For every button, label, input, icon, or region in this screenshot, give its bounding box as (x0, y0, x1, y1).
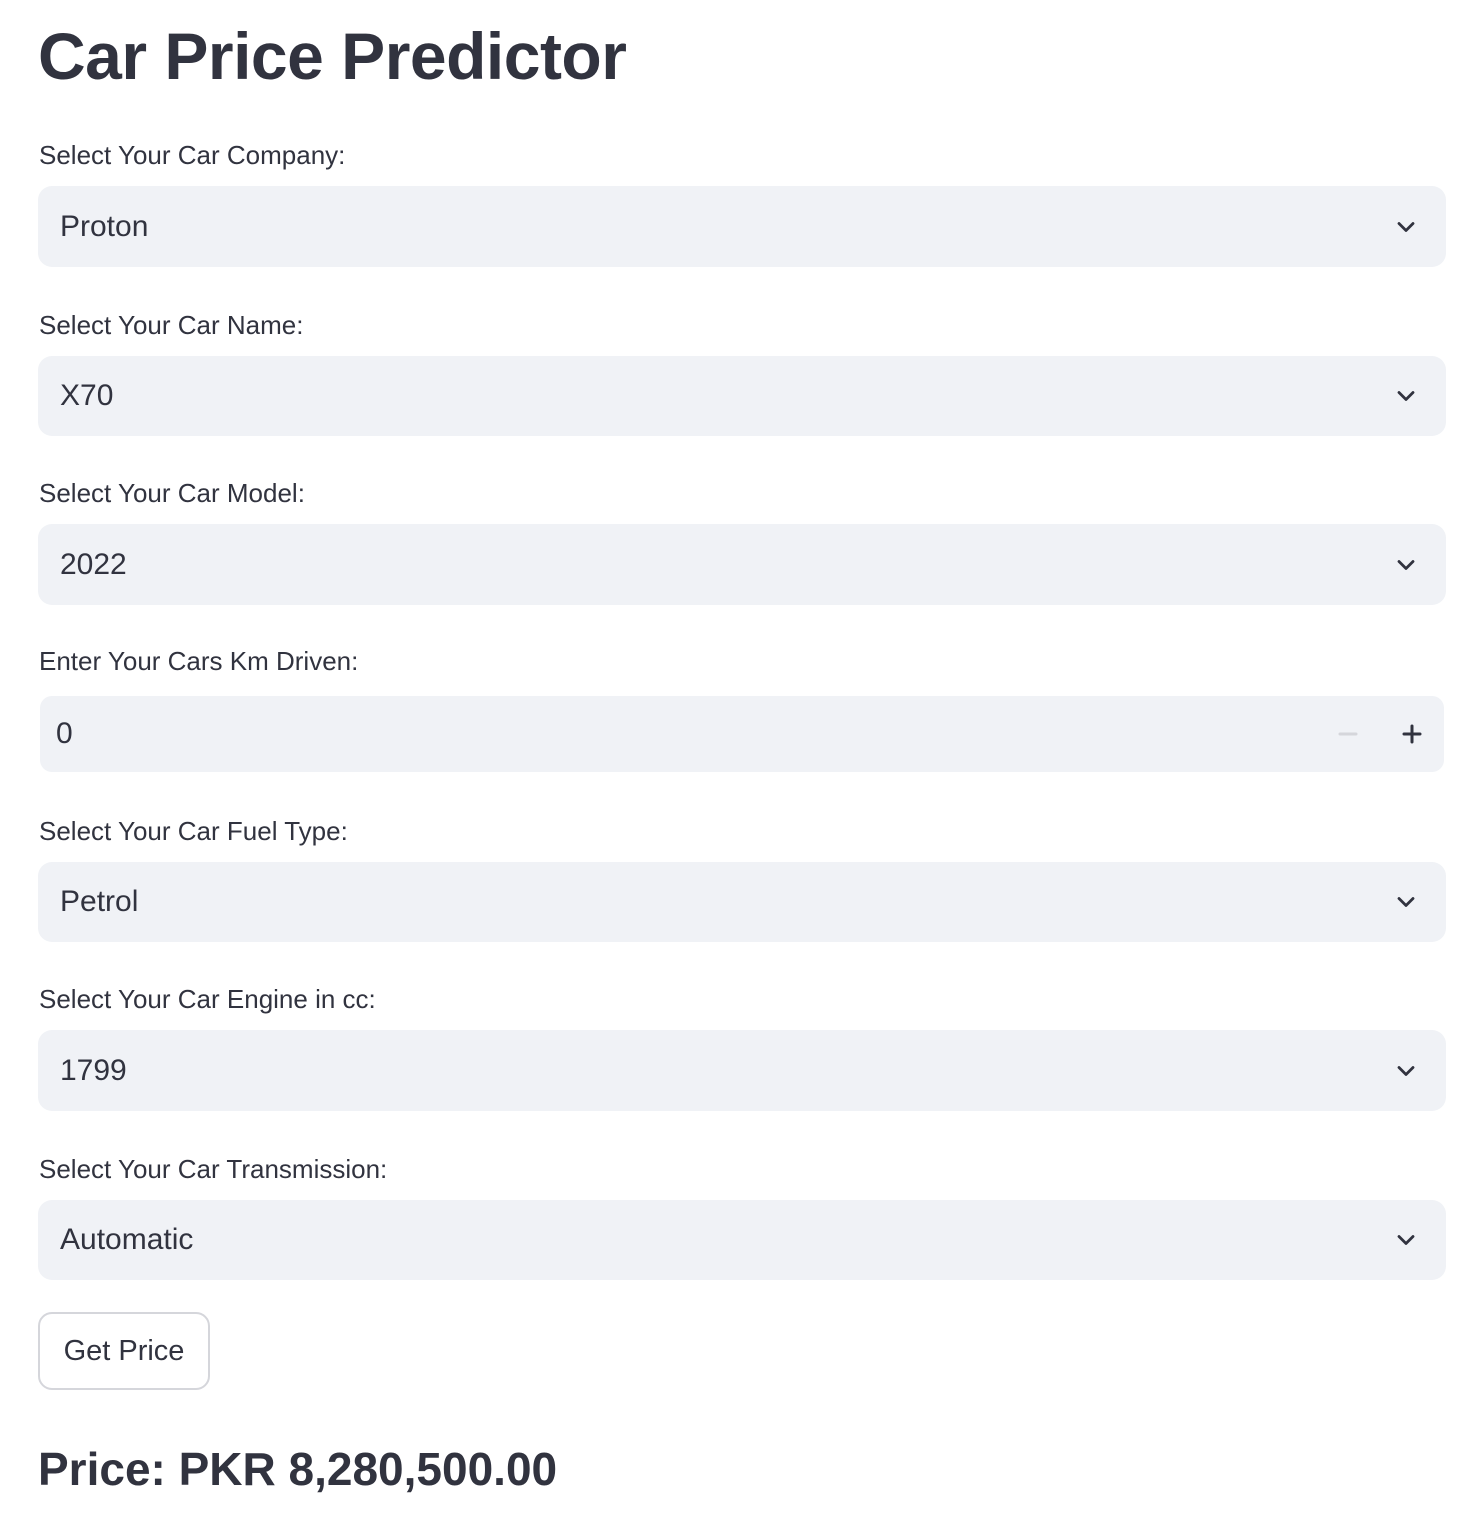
transmission-select[interactable]: Automatic (38, 1200, 1446, 1280)
name-label: Select Your Car Name: (39, 310, 304, 340)
km-number-input[interactable]: 0 (40, 696, 1444, 772)
fuel-select[interactable]: Petrol (38, 862, 1446, 942)
model-select[interactable]: 2022 (38, 524, 1446, 605)
chevron-down-icon (1397, 1065, 1415, 1076)
chevron-down-icon (1397, 897, 1415, 907)
company-select[interactable]: Proton (38, 186, 1446, 267)
decrement-button[interactable] (1316, 696, 1380, 772)
engine-select[interactable]: 1799 (38, 1030, 1446, 1111)
km-label: Enter Your Cars Km Driven: (39, 646, 359, 676)
increment-button[interactable] (1380, 696, 1444, 772)
price-result: Price: PKR 8,280,500.00 (38, 1443, 558, 1495)
name-select[interactable]: X70 (38, 356, 1446, 436)
company-select-value: Proton (60, 209, 149, 243)
model-label: Select Your Car Model: (39, 478, 305, 508)
model-select-value: 2022 (60, 547, 127, 581)
page-title: Car Price Predictor (38, 19, 627, 93)
plus-icon (1402, 724, 1422, 744)
company-label: Select Your Car Company: (39, 140, 346, 170)
chevron-down-icon (1397, 391, 1415, 401)
fuel-select-value: Petrol (60, 885, 139, 918)
get-price-button[interactable]: Get Price (38, 1312, 210, 1390)
name-select-value: X70 (60, 379, 114, 412)
chevron-down-icon (1397, 559, 1415, 570)
transmission-label: Select Your Car Transmission: (39, 1154, 388, 1184)
km-input-value[interactable]: 0 (56, 717, 73, 751)
chevron-down-icon (1397, 221, 1415, 232)
engine-label: Select Your Car Engine in cc: (39, 984, 376, 1014)
minus-icon (1338, 732, 1358, 736)
fuel-label: Select Your Car Fuel Type: (39, 816, 348, 846)
engine-select-value: 1799 (60, 1053, 127, 1087)
transmission-select-value: Automatic (60, 1223, 194, 1256)
chevron-down-icon (1397, 1235, 1415, 1245)
